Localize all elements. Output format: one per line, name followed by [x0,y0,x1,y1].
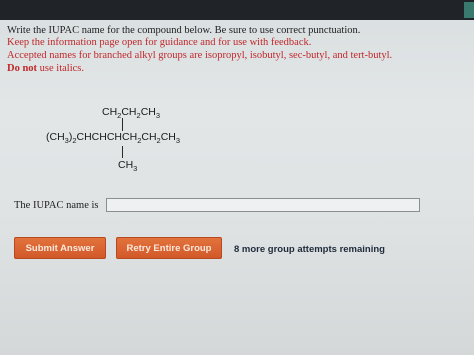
submit-answer-button[interactable]: Submit Answer [14,237,106,259]
instruction-line-2: Keep the information page open for guida… [7,37,312,48]
main-chain-formula: (CH3)2CHCHCHCH2CH2CH3 [46,131,181,146]
iupac-name-input[interactable] [106,198,420,212]
top-dark-bar [0,0,474,20]
instruction-line-3: Accepted names for branched alkyl groups… [7,50,393,61]
retry-entire-group-button[interactable]: Retry Entire Group [116,237,222,259]
top-bond-line [122,118,123,131]
instruction-line-4: Do not use italics. [7,63,84,75]
instruction-line-1: Write the IUPAC name for the compound be… [7,25,361,36]
bottom-branch-formula: CH3 [118,159,138,174]
attempts-remaining-text: 8 more group attempts remaining [234,244,385,255]
instruction-bold: Do not [7,63,38,74]
question-panel: Write the IUPAC name for the compound be… [0,20,474,355]
bottom-bond-line [122,146,123,158]
top-branch-formula: CH2CH2CH3 [102,106,161,121]
browser-screen: Write the IUPAC name for the compound be… [0,0,474,355]
corner-tab[interactable] [464,2,474,18]
instruction-rest: use italics. [37,63,84,74]
answer-label: The IUPAC name is [14,200,99,211]
